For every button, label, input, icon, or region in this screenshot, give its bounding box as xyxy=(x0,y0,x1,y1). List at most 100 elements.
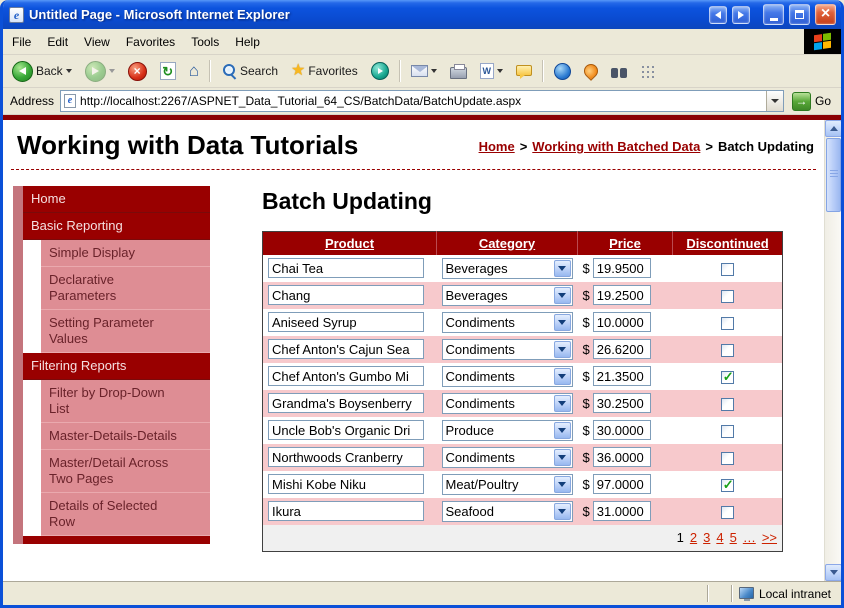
category-select[interactable]: Seafood xyxy=(442,501,573,522)
sidebar-section-basic-reporting[interactable]: Basic Reporting xyxy=(23,213,210,240)
discontinued-checkbox[interactable] xyxy=(721,371,734,384)
edit-button[interactable] xyxy=(474,59,509,83)
chevron-down-icon[interactable] xyxy=(554,449,571,466)
discontinued-checkbox[interactable] xyxy=(721,506,734,519)
title-bar[interactable]: Untitled Page - Microsoft Internet Explo… xyxy=(3,0,841,29)
maximize-button[interactable] xyxy=(789,4,810,25)
price-input[interactable] xyxy=(593,447,651,467)
product-name-input[interactable] xyxy=(268,393,424,413)
sidebar-section-home[interactable]: Home xyxy=(23,186,210,213)
column-sort-link-product[interactable]: Product xyxy=(325,236,374,251)
category-select[interactable]: Condiments xyxy=(442,393,573,414)
scrollbar-thumb[interactable] xyxy=(826,138,841,212)
product-name-input[interactable] xyxy=(268,447,424,467)
stop-button[interactable] xyxy=(122,58,153,85)
chevron-down-icon[interactable] xyxy=(554,314,571,331)
discontinued-checkbox[interactable] xyxy=(721,425,734,438)
price-input[interactable] xyxy=(593,474,651,494)
msn-button[interactable] xyxy=(578,60,604,82)
research-button[interactable] xyxy=(605,61,633,82)
sidebar-item-filter-by-drop-down-list[interactable]: Filter by Drop-Down List xyxy=(41,380,210,423)
sidebar-item-declarative-parameters[interactable]: Declarative Parameters xyxy=(41,267,210,310)
pager-link-2[interactable]: 2 xyxy=(690,530,697,545)
category-select[interactable]: Beverages xyxy=(442,258,573,279)
discontinued-checkbox[interactable] xyxy=(721,398,734,411)
price-input[interactable] xyxy=(593,366,651,386)
price-input[interactable] xyxy=(593,393,651,413)
discontinued-checkbox[interactable] xyxy=(721,452,734,465)
menu-item-tools[interactable]: Tools xyxy=(183,31,227,53)
tiles-button[interactable] xyxy=(634,60,661,83)
breadcrumb-home[interactable]: Home xyxy=(479,139,515,154)
discontinued-checkbox[interactable] xyxy=(721,317,734,330)
discontinued-checkbox[interactable] xyxy=(721,479,734,492)
menu-item-file[interactable]: File xyxy=(4,31,39,53)
menu-item-favorites[interactable]: Favorites xyxy=(118,31,183,53)
discontinued-checkbox[interactable] xyxy=(721,263,734,276)
search-button[interactable]: Search xyxy=(215,59,284,83)
chevron-down-icon[interactable] xyxy=(554,341,571,358)
pager-link-7[interactable]: >> xyxy=(762,530,777,545)
address-dropdown-button[interactable] xyxy=(766,91,783,111)
pager-link-6[interactable]: … xyxy=(743,530,756,545)
sidebar-item-details-of-selected-row[interactable]: Details of Selected Row xyxy=(41,493,210,536)
go-button[interactable]: Go xyxy=(790,92,838,111)
product-name-input[interactable] xyxy=(268,501,424,521)
back-button[interactable]: Back xyxy=(6,57,78,86)
home-button[interactable] xyxy=(183,58,205,84)
address-input[interactable]: http://localhost:2267/ASPNET_Data_Tutori… xyxy=(60,90,784,112)
minimize-button[interactable] xyxy=(763,4,784,25)
column-sort-link-category[interactable]: Category xyxy=(479,236,535,251)
pager-link-5[interactable]: 5 xyxy=(730,530,737,545)
discontinued-checkbox[interactable] xyxy=(721,290,734,303)
discontinued-checkbox[interactable] xyxy=(721,344,734,357)
chevron-down-icon[interactable] xyxy=(554,368,571,385)
product-name-input[interactable] xyxy=(268,420,424,440)
column-sort-link-price[interactable]: Price xyxy=(609,236,641,251)
refresh-button[interactable] xyxy=(154,58,182,84)
pager-link-4[interactable]: 4 xyxy=(716,530,723,545)
product-name-input[interactable] xyxy=(268,285,424,305)
titlebar-nav-left-button[interactable] xyxy=(709,6,727,24)
pager-link-3[interactable]: 3 xyxy=(703,530,710,545)
sidebar-item-setting-parameter-values[interactable]: Setting Parameter Values xyxy=(41,310,210,353)
category-select[interactable]: Condiments xyxy=(442,366,573,387)
menu-item-view[interactable]: View xyxy=(76,31,118,53)
scroll-down-button[interactable] xyxy=(825,564,841,581)
sidebar-section-filtering-reports[interactable]: Filtering Reports xyxy=(23,353,210,380)
sidebar-item-master-detail-across-two-pages[interactable]: Master/Detail Across Two Pages xyxy=(41,450,210,493)
discuss-button[interactable] xyxy=(510,63,538,80)
breadcrumb-working-with-batched-data[interactable]: Working with Batched Data xyxy=(532,139,700,154)
price-input[interactable] xyxy=(593,420,651,440)
chevron-down-icon[interactable] xyxy=(554,476,571,493)
close-button[interactable] xyxy=(815,4,836,25)
price-input[interactable] xyxy=(593,501,651,521)
messenger-button[interactable] xyxy=(548,59,577,84)
category-select[interactable]: Beverages xyxy=(442,285,573,306)
print-button[interactable] xyxy=(444,60,473,83)
product-name-input[interactable] xyxy=(268,312,424,332)
vertical-scrollbar[interactable] xyxy=(824,120,841,581)
category-select[interactable]: Condiments xyxy=(442,447,573,468)
product-name-input[interactable] xyxy=(268,366,424,386)
forward-button[interactable] xyxy=(79,57,121,86)
menu-item-edit[interactable]: Edit xyxy=(39,31,76,53)
product-name-input[interactable] xyxy=(268,474,424,494)
media-button[interactable] xyxy=(365,58,395,84)
chevron-down-icon[interactable] xyxy=(554,422,571,439)
menu-item-help[interactable]: Help xyxy=(227,31,268,53)
price-input[interactable] xyxy=(593,285,651,305)
column-sort-link-discontinued[interactable]: Discontinued xyxy=(686,236,768,251)
sidebar-item-simple-display[interactable]: Simple Display xyxy=(41,240,210,267)
price-input[interactable] xyxy=(593,339,651,359)
scroll-up-button[interactable] xyxy=(825,120,841,137)
sidebar-item-master-details-details[interactable]: Master-Details-Details xyxy=(41,423,210,450)
titlebar-nav-right-button[interactable] xyxy=(732,6,750,24)
category-select[interactable]: Meat/Poultry xyxy=(442,474,573,495)
category-select[interactable]: Produce xyxy=(442,420,573,441)
product-name-input[interactable] xyxy=(268,339,424,359)
category-select[interactable]: Condiments xyxy=(442,312,573,333)
product-name-input[interactable] xyxy=(268,258,424,278)
price-input[interactable] xyxy=(593,312,651,332)
favorites-button[interactable]: Favorites xyxy=(285,58,364,84)
